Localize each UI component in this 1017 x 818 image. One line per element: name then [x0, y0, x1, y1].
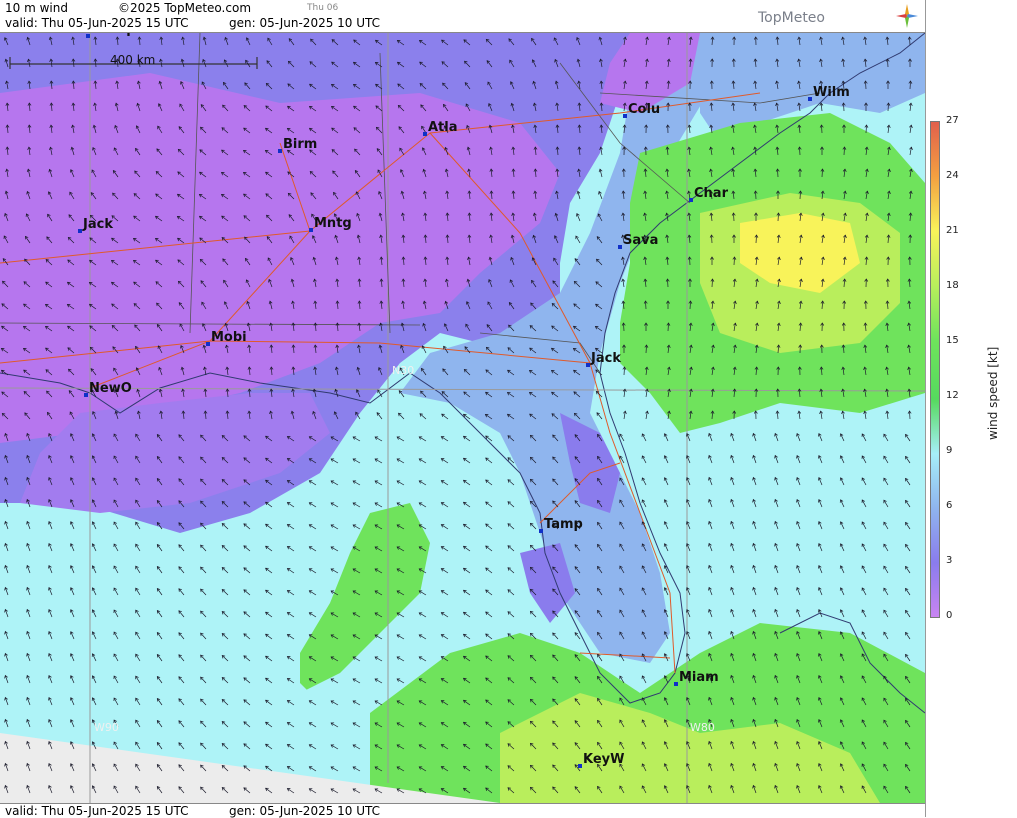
footer-generated-time: gen: 05-Jun-2025 10 UTC — [229, 804, 380, 818]
city-key-west: KeyW — [578, 752, 624, 768]
city-miami: Miam — [674, 670, 719, 686]
city-marker — [586, 363, 590, 367]
city-marker — [674, 682, 678, 686]
city-label: Mobi — [211, 330, 247, 345]
city-marker — [309, 228, 313, 232]
compass-star-icon — [896, 4, 918, 28]
city-label: Atla — [428, 120, 458, 135]
city-label: Jack — [82, 217, 113, 232]
legend-tick: 0 — [946, 610, 952, 621]
city-marker — [578, 764, 582, 768]
city-label: Sava — [623, 233, 658, 248]
map-header: 10 m wind ©2025 TopMeteo.com Thu 06 vali… — [0, 0, 925, 33]
city-label: NewO — [89, 381, 132, 396]
city-birmingham: Birm — [278, 137, 317, 153]
legend-color-bar — [930, 121, 940, 618]
city-columbia: Colu — [623, 102, 660, 118]
city-marker — [86, 34, 90, 38]
city-label: KeyW — [583, 752, 624, 767]
city-marker — [278, 149, 282, 153]
wind-arrow — [910, 37, 911, 45]
city-atlanta: Atla — [423, 120, 458, 136]
wind-arrow — [668, 279, 669, 287]
city-label: Tamp — [544, 517, 583, 532]
latitude-label-n30: N30 — [392, 364, 414, 377]
wind-arrow — [844, 103, 845, 111]
city-charleston: Char — [689, 186, 729, 202]
city-marker — [618, 245, 622, 249]
city-label: Miam — [679, 670, 719, 685]
wind-arrow — [646, 301, 647, 309]
wind-map[interactable]: 400 km N30 W90 W80 MempBirmAtlaColuWilmJ… — [0, 33, 925, 803]
legend-title: wind speed [kt] — [986, 347, 1000, 440]
city-marker — [623, 114, 627, 118]
longitude-label-w90: W90 — [94, 721, 119, 734]
city-label: Memp — [91, 33, 136, 37]
wind-map-canvas: 400 km N30 W90 W80 MempBirmAtlaColuWilmJ… — [0, 33, 925, 803]
legend-tick: 18 — [946, 280, 959, 291]
topmeteo-logo[interactable]: TopMeteo — [758, 10, 825, 26]
legend-tick: 15 — [946, 335, 959, 346]
city-new-orleans: NewO — [84, 381, 132, 397]
city-marker — [808, 97, 812, 101]
city-marker — [689, 198, 693, 202]
city-label: Char — [694, 186, 729, 201]
longitude-label-w80: W80 — [690, 721, 715, 734]
wind-arrow — [778, 169, 779, 177]
footer-valid-time: valid: Thu 05-Jun-2025 15 UTC — [5, 804, 189, 818]
city-mobile: Mobi — [206, 330, 247, 346]
wind-arrow — [888, 59, 889, 67]
legend-tick: 3 — [946, 555, 952, 566]
city-label: Birm — [283, 137, 317, 152]
valid-time: valid: Thu 05-Jun-2025 15 UTC — [5, 16, 189, 30]
city-label: Mntg — [314, 216, 352, 231]
city-montgomery: Mntg — [309, 216, 352, 232]
city-wilmington: Wilm — [808, 85, 850, 101]
wind-arrow — [866, 81, 867, 89]
logo-text: TopMeteo — [758, 10, 825, 26]
legend-tick: 6 — [946, 500, 952, 511]
wind-arrow — [690, 257, 691, 265]
city-label: Jack — [590, 351, 621, 366]
city-marker — [84, 393, 88, 397]
city-marker — [206, 342, 210, 346]
city-marker — [539, 529, 543, 533]
city-marker — [78, 229, 82, 233]
city-savannah: Sava — [618, 233, 658, 249]
map-footer: valid: Thu 05-Jun-2025 15 UTC gen: 05-Ju… — [0, 803, 925, 818]
copyright: ©2025 TopMeteo.com — [118, 1, 251, 15]
wind-arrow — [800, 147, 801, 155]
city-jacksonville: Jack — [586, 351, 621, 367]
generated-time: gen: 05-Jun-2025 10 UTC — [229, 16, 380, 30]
city-jackson-ms: Jack — [78, 217, 113, 233]
wind-arrow — [756, 191, 757, 199]
color-legend: 27 24 21 18 15 12 9 6 3 0 wind speed [kt] — [925, 0, 1017, 817]
product-title: 10 m wind — [5, 1, 68, 15]
legend-tick: 12 — [946, 390, 959, 401]
legend-tick: 9 — [946, 445, 952, 456]
legend-tick: 21 — [946, 225, 959, 236]
city-marker — [423, 132, 427, 136]
wind-arrow — [624, 323, 625, 331]
legend-tick: 24 — [946, 170, 959, 181]
forecast-day: Thu 06 — [307, 3, 338, 13]
city-tampa: Tamp — [539, 517, 583, 533]
city-label: Colu — [628, 102, 660, 117]
wind-arrow — [734, 213, 735, 221]
wind-arrow — [822, 125, 823, 133]
city-label: Wilm — [813, 85, 850, 100]
wind-arrow — [712, 235, 713, 243]
legend-tick: 27 — [946, 115, 959, 126]
